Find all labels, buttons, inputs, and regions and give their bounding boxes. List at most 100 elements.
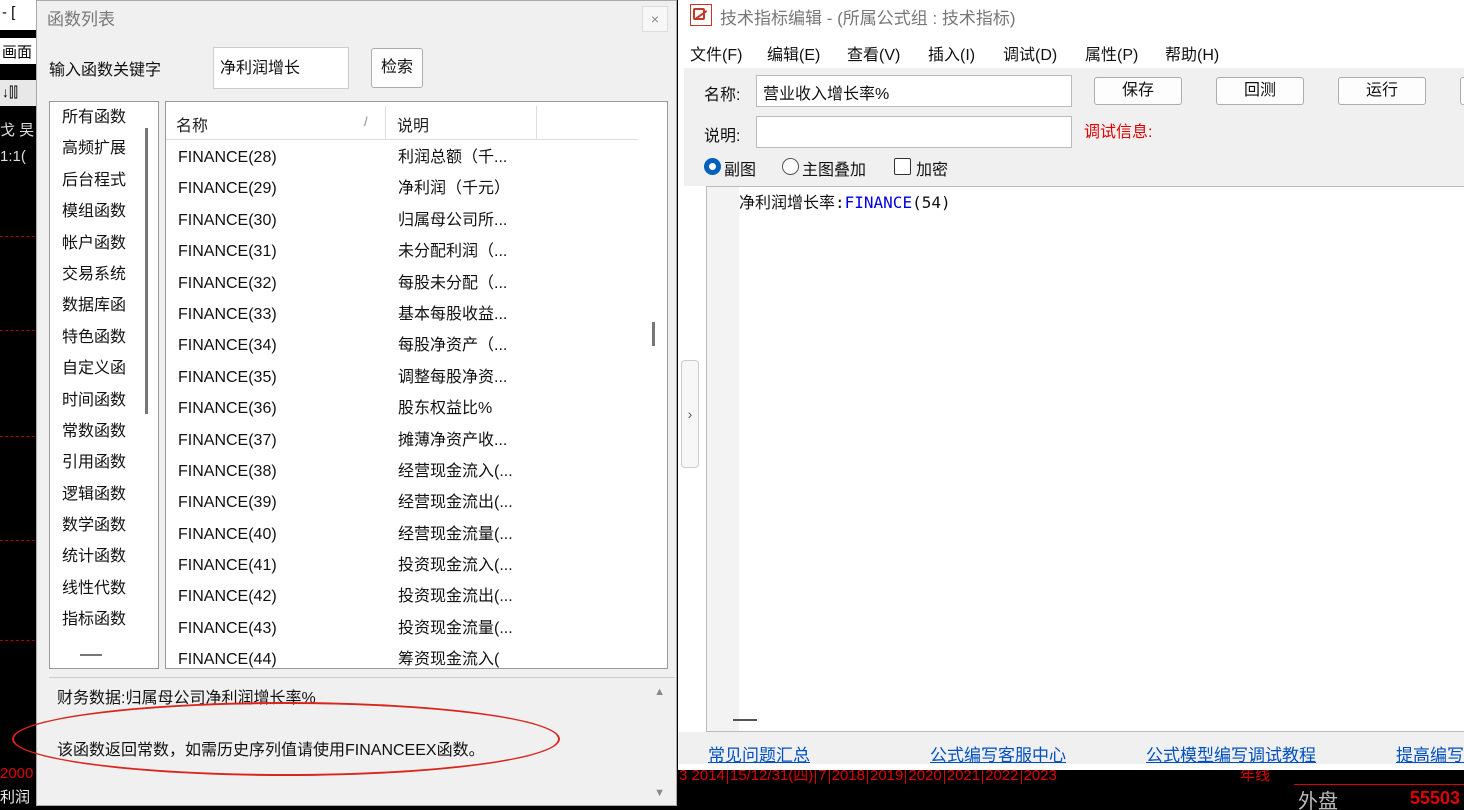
table-row[interactable]: FINANCE(41) 投资现金流入(... — [166, 550, 638, 581]
column-header-name[interactable]: 名称 — [166, 106, 386, 140]
function-desc-cell: 调整每股净资... — [398, 368, 508, 386]
keyword-input[interactable]: 净利润增长 — [213, 47, 349, 89]
backtest-button[interactable]: 回测 — [1216, 77, 1304, 105]
link-faq[interactable]: 常见问题汇总 — [708, 741, 810, 766]
category-item[interactable]: 后台程式 — [50, 165, 136, 196]
function-name-cell: FINANCE(35) — [178, 368, 277, 386]
radio-subchart[interactable] — [704, 158, 721, 175]
table-row[interactable]: FINANCE(43) 投资现金流量(... — [166, 613, 638, 644]
search-button[interactable]: 检索 — [371, 48, 423, 88]
menu-view[interactable]: 查看(V) — [847, 41, 900, 65]
code-editor[interactable]: 净利润增长率:FINANCE(54) — [706, 186, 1464, 732]
function-desc-cell: 利润总额（千... — [398, 149, 508, 166]
table-row[interactable]: FINANCE(42) 投资现金流出(... — [166, 581, 638, 612]
close-button[interactable]: × — [642, 6, 668, 32]
table-header: 名称 / 说明 — [166, 106, 638, 140]
table-row[interactable]: FINANCE(38) 经营现金流入(... — [166, 456, 638, 487]
category-item[interactable]: 特色函数 — [50, 322, 136, 353]
category-item[interactable]: 所有函数 — [50, 102, 136, 133]
table-row[interactable]: FINANCE(30) 归属母公司所... — [166, 205, 638, 236]
menu-properties[interactable]: 属性(P) — [1085, 41, 1138, 65]
category-item[interactable]: 逻辑函数 — [50, 479, 136, 510]
function-desc-cell: 投资现金流出(... — [398, 588, 513, 606]
function-name-cell: FINANCE(38) — [178, 462, 277, 480]
scroll-up-icon[interactable]: ▲ — [654, 686, 665, 698]
encrypt-checkbox[interactable] — [894, 158, 911, 175]
desc-label: 说明: — [704, 128, 741, 145]
radio-main-overlay[interactable] — [782, 158, 799, 175]
category-item[interactable]: 交易系统 — [50, 259, 136, 290]
table-row[interactable]: FINANCE(31) 未分配利润（... — [166, 236, 638, 267]
link-improve[interactable]: 提高编写 — [1396, 741, 1464, 766]
code-scroll-indicator — [733, 719, 757, 721]
table-scrollbar-thumb[interactable] — [652, 322, 655, 346]
category-item[interactable]: 数据库函 — [50, 290, 136, 321]
save-button[interactable]: 保存 — [1094, 77, 1182, 105]
table-row[interactable]: FINANCE(39) 经营现金流出(... — [166, 487, 638, 518]
table-row[interactable]: FINANCE(36) 股东权益比% — [166, 393, 638, 424]
function-desc-cell: 经营现金流量(... — [398, 525, 513, 543]
run-button[interactable]: 运行 — [1338, 77, 1426, 105]
background-bottom-left: 2000 利润 — [0, 765, 34, 806]
link-support[interactable]: 公式编写客服中心 — [930, 741, 1066, 766]
table-row[interactable]: FINANCE(32) 每股未分配（... — [166, 268, 638, 299]
category-item[interactable]: 帐户函数 — [50, 228, 136, 259]
code-line[interactable]: 净利润增长率:FINANCE(54) — [739, 189, 951, 213]
link-tutorial[interactable]: 公式模型编写调试教程 — [1146, 741, 1316, 766]
table-row[interactable]: FINANCE(40) 经营现金流量(... — [166, 519, 638, 550]
function-name-cell: FINANCE(34) — [178, 337, 277, 355]
radio-main-overlay-label[interactable]: 主图叠加 — [802, 156, 866, 180]
name-input[interactable]: 营业收入增长率% — [756, 75, 1072, 107]
desc-input[interactable] — [756, 116, 1072, 148]
background-grid-line — [0, 540, 40, 541]
function-name-cell: FINANCE(43) — [178, 619, 277, 637]
function-name-cell: FINANCE(44) — [178, 651, 277, 669]
menu-insert[interactable]: 插入(I) — [928, 41, 975, 65]
column-header-desc[interactable]: 说明 — [387, 106, 537, 140]
function-desc-cell: 投资现金流入(... — [398, 557, 513, 575]
table-row[interactable]: FINANCE(29) 净利润（千元） — [166, 173, 638, 204]
table-row[interactable]: FINANCE(34) 每股净资产（... — [166, 330, 638, 361]
radio-subchart-label[interactable]: 副图 — [724, 156, 756, 180]
category-item[interactable]: 高频扩展 — [50, 133, 136, 164]
table-row[interactable]: FINANCE(28) 利润总额（千... — [166, 142, 638, 173]
encrypt-label[interactable]: 加密 — [916, 156, 948, 180]
function-desc-cell: 经营现金流入(... — [398, 462, 513, 480]
menu-debug[interactable]: 调试(D) — [1003, 41, 1057, 65]
table-row[interactable]: FINANCE(35) 调整每股净资... — [166, 362, 638, 393]
table-row[interactable]: FINANCE(33) 基本每股收益... — [166, 299, 638, 330]
name-label: 名称: — [704, 87, 741, 104]
category-scrollbar[interactable] — [145, 128, 148, 414]
category-list[interactable]: 所有函数 高频扩展 后台程式 模组函数 帐户函数 交易系统 数据库函 特色函数 自定义函 时间函数… — [49, 101, 159, 669]
editor-title: 技术指标编辑 - (所属公式组 : 技术指标) — [720, 9, 1016, 28]
category-item[interactable]: 数学函数 — [50, 510, 136, 541]
table-row[interactable]: FINANCE(44) 筹资现金流入( — [166, 644, 638, 669]
function-name-cell: FINANCE(40) — [178, 525, 277, 543]
category-item[interactable]: 指标函数 — [50, 604, 136, 635]
background-grid-line — [0, 236, 40, 237]
category-item[interactable]: 模组函数 — [50, 196, 136, 227]
scroll-down-icon[interactable]: ▼ — [654, 787, 665, 799]
function-name-cell: FINANCE(28) — [178, 149, 277, 166]
more-button[interactable] — [1460, 77, 1464, 105]
menu-help[interactable]: 帮助(H) — [1165, 41, 1219, 65]
table-row[interactable]: FINANCE(37) 摊薄净资产收... — [166, 425, 638, 456]
category-item[interactable]: 自定义函 — [50, 353, 136, 384]
function-desc-cell: 每股未分配（... — [398, 274, 508, 292]
sort-indicator: / — [364, 114, 368, 129]
background-grid-line — [0, 640, 40, 641]
menu-edit[interactable]: 编辑(E) — [767, 41, 820, 65]
category-item[interactable]: 常数函数 — [50, 416, 136, 447]
menu-file[interactable]: 文件(F) — [690, 41, 742, 65]
category-item[interactable]: 统计函数 — [50, 541, 136, 572]
function-desc-cell: 筹资现金流入( — [398, 651, 500, 669]
category-item[interactable]: 引用函数 — [50, 447, 136, 478]
category-item[interactable]: 线性代数 — [50, 573, 136, 604]
function-desc-cell: 经营现金流出(... — [398, 494, 513, 512]
expand-panel-button[interactable]: › — [681, 360, 699, 468]
function-table: 名称 / 说明 FINANCE(28) 利润总额（千... FINANCE(29) 净… — [165, 101, 668, 669]
category-item[interactable]: 时间函数 — [50, 385, 136, 416]
function-desc-cell: 归属母公司所... — [398, 211, 508, 229]
debug-info-label: 调试信息: — [1084, 124, 1153, 141]
background-outer-volume: 外盘 55503 — [1294, 784, 1464, 810]
